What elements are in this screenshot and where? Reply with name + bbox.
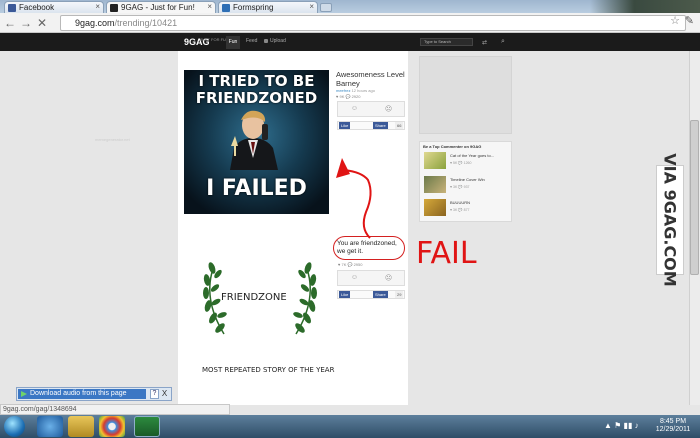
post-stats: ♥ 7K 💬 2950 [338, 262, 363, 267]
meme-center-text: FRIENDZONE [221, 292, 287, 303]
status-url: 9gag.com/gag/1348694 [0, 404, 230, 415]
sidebar-item-stats: ♥ 5K 💬 1260 [450, 161, 472, 165]
nav-fun[interactable]: Fun [226, 36, 240, 49]
share-count: 66 [395, 122, 404, 129]
close-button[interactable]: X [160, 389, 169, 399]
meme-top-text-2: FRIENDZONED [195, 89, 318, 107]
formspring-icon [222, 4, 230, 12]
vote-box: ☺ ☹ [337, 270, 405, 286]
help-button[interactable]: ? [150, 389, 159, 399]
thumbnail [424, 152, 446, 169]
address-bar[interactable]: 9gag.com/trending/10421 [60, 15, 686, 31]
upvote-icon[interactable]: ☺ [338, 274, 371, 281]
tab-formspring[interactable]: Formspring × [218, 1, 318, 13]
meme-top-text: I TRIED TO BE [198, 72, 315, 90]
sidebar-item-stats: ♥ 3K 💬 877 [450, 208, 470, 212]
tab-label: 9GAG - Just for Fun! [121, 3, 195, 12]
chrome-icon[interactable] [99, 416, 125, 437]
thumbnail [424, 199, 446, 216]
upload-icon [264, 39, 268, 43]
close-icon[interactable]: × [95, 2, 100, 11]
9gag-icon [110, 4, 118, 12]
nav-feed[interactable]: Feed [246, 38, 257, 44]
thumbnail [424, 176, 446, 193]
meme-bottom-text: I FAILED [206, 176, 307, 201]
facebook-icon [8, 4, 16, 12]
tab-facebook[interactable]: Facebook × [4, 1, 104, 13]
like-button[interactable]: Like [339, 122, 351, 129]
clock-time: 8:45 PM [659, 418, 687, 425]
forward-icon[interactable]: → [19, 16, 33, 30]
sidebar-item[interactable]: Cat of the Year goes to... ♥ 5K 💬 1260 [424, 152, 510, 170]
search-input[interactable]: Type to Search [420, 38, 473, 46]
sidebar-item[interactable]: BUUUURN ♥ 3K 💬 877 [424, 199, 510, 217]
tab-label: Facebook [19, 3, 55, 12]
laurel-wreath-icon [203, 262, 317, 335]
start-button[interactable] [4, 416, 25, 437]
sidebar-item-title: BUUUURN [450, 200, 470, 205]
downvote-icon[interactable]: ☹ [372, 274, 405, 282]
upvote-icon[interactable]: ☺ [338, 105, 371, 112]
post-time: 12 hours ago [351, 88, 375, 93]
nav-upload[interactable]: Upload [270, 38, 286, 44]
folder-icon[interactable] [68, 416, 94, 437]
desktop-wallpaper-edge [590, 0, 700, 13]
new-tab-button[interactable] [320, 3, 332, 12]
post-user[interactable]: meefrez [336, 88, 350, 93]
widget-title[interactable]: Be a Top Commenter on 9GAG [423, 144, 481, 149]
download-manager-icon[interactable] [134, 416, 160, 437]
ie-icon[interactable] [37, 416, 63, 437]
post-meta: meefrez 12 hours ago [336, 88, 375, 93]
tab-9gag[interactable]: 9GAG - Just for Fun! × [106, 1, 216, 13]
system-tray-icons[interactable]: ▲ ⚑ ▮▮ ♪ [604, 421, 639, 430]
back-icon[interactable]: ← [3, 16, 17, 30]
meme-credit: memegenerator.net [95, 137, 130, 142]
watermark-text: VIA 9GAG.COM [660, 153, 680, 287]
sidebar-item-title: Timeline Cover Win [450, 177, 485, 182]
ad-placeholder [419, 56, 512, 134]
close-icon[interactable]: × [207, 2, 212, 11]
sidebar-item-stats: ♥ 3K 💬 937 [450, 185, 470, 189]
fail-annotation: FAIL [416, 236, 477, 271]
stop-icon[interactable]: ✕ [35, 16, 49, 30]
download-audio-button[interactable]: Download audio from this page [18, 389, 146, 399]
share-button[interactable]: Share [373, 291, 388, 298]
clock-date: 12/29/2011 [655, 426, 691, 433]
vote-box: ☺ ☹ [337, 101, 405, 117]
browser-toolbar: ← → ✕ 9gag.com/trending/10421 ☆ ✎ [0, 13, 700, 33]
post-title[interactable]: Awesomeness Level Barney [336, 70, 406, 88]
site-header [0, 33, 700, 51]
sidebar-item[interactable]: Timeline Cover Win ♥ 3K 💬 937 [424, 176, 510, 194]
share-button[interactable]: Share [373, 122, 388, 129]
tab-label: Formspring [233, 3, 274, 12]
search-icon[interactable]: ⌕ [501, 38, 505, 46]
play-icon [21, 391, 27, 397]
close-icon[interactable]: × [309, 2, 314, 11]
downvote-icon[interactable]: ☹ [372, 105, 405, 113]
like-button[interactable]: Like [339, 291, 351, 298]
barney-figure [230, 110, 278, 170]
shuffle-icon[interactable]: ⇄ [482, 39, 487, 46]
share-count: 29 [395, 291, 404, 298]
meme-caption: MOST REPEATED STORY OF THE YEAR [202, 366, 335, 374]
address-path: /trending/10421 [114, 18, 178, 28]
address-host: 9gag.com [75, 18, 115, 28]
post-stats: ♥ 9K 💬 2920 [336, 94, 361, 99]
clock[interactable]: 8:45 PM 12/29/2011 [650, 418, 696, 434]
scrollbar-thumb[interactable] [690, 120, 699, 275]
sidebar-item-title: Cat of the Year goes to... [450, 153, 495, 158]
bookmark-star-icon[interactable]: ☆ [670, 14, 680, 27]
site-tagline: JUST FOR FUN [200, 37, 229, 42]
wrench-icon[interactable]: ✎ [685, 14, 694, 27]
red-arrow-annotation [336, 158, 372, 239]
